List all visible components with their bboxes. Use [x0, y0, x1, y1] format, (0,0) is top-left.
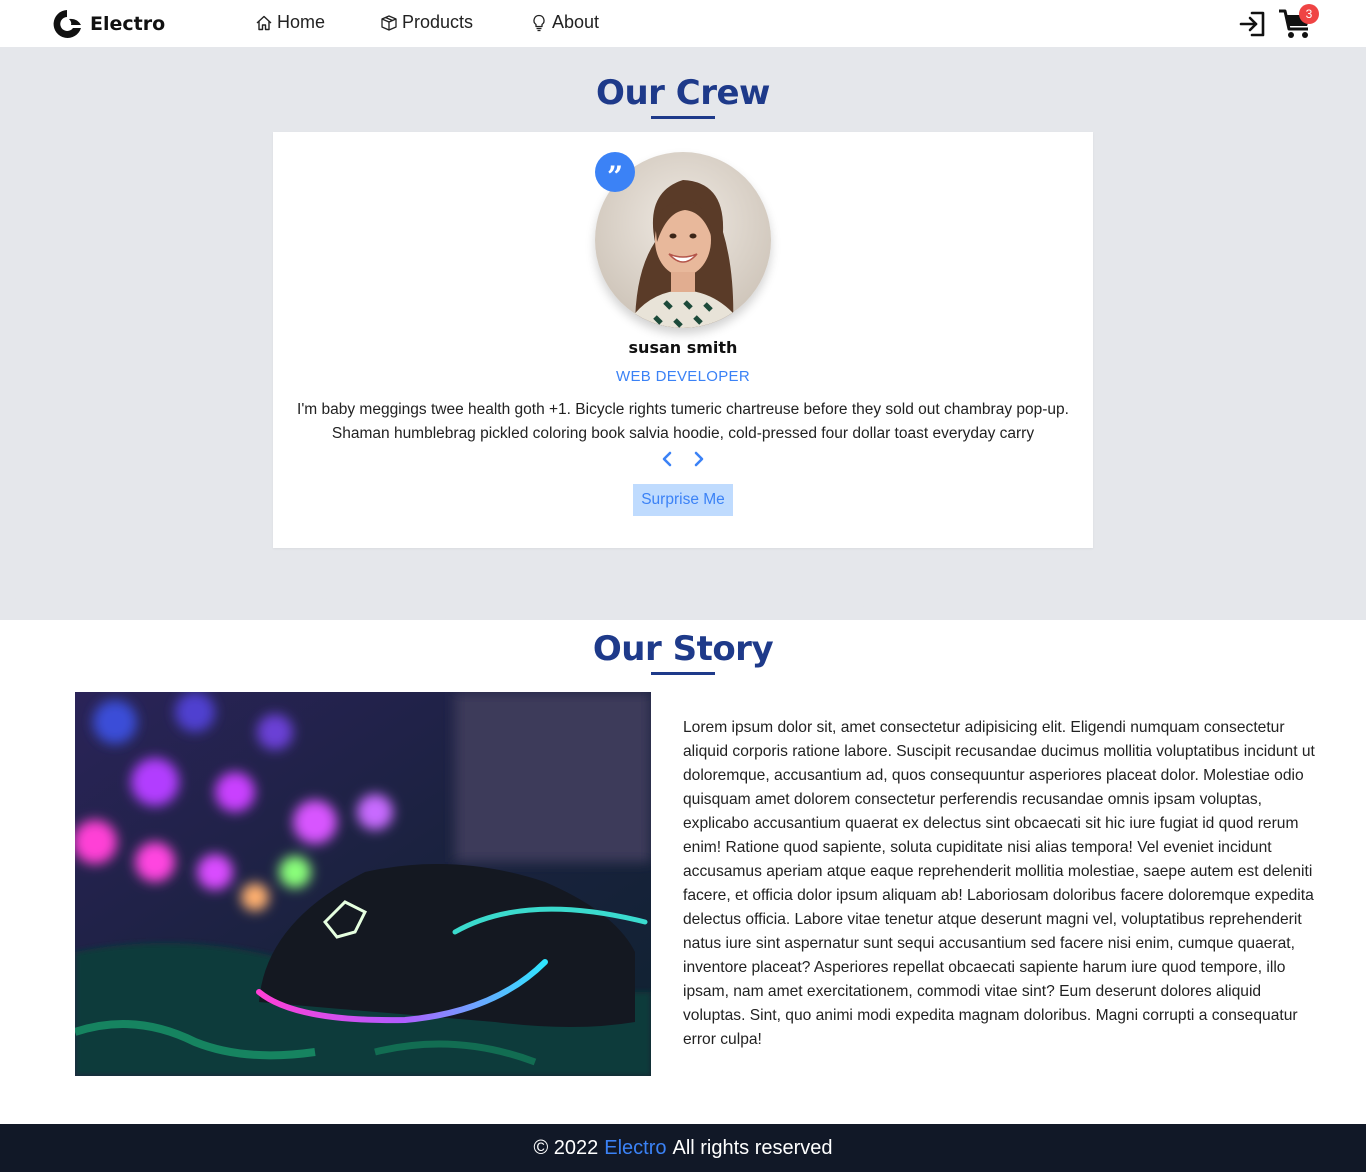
person-name: susan smith	[628, 338, 738, 357]
nav-link-products[interactable]: Products	[380, 12, 473, 33]
box-icon	[381, 14, 397, 31]
chevron-right-icon	[694, 451, 704, 467]
review-card: ” susan smith web developer I'm baby meg…	[273, 132, 1093, 548]
person-review-text: I'm baby meggings twee health goth +1. B…	[297, 401, 1069, 442]
footer-copyright: © 2022	[533, 1136, 599, 1159]
footer: © 2022 Electro All rights reserved	[0, 1124, 1366, 1172]
brand-link[interactable]: Electro	[50, 8, 165, 40]
gaming-mouse-image	[75, 692, 651, 1076]
cart-count-badge: 3	[1299, 4, 1319, 24]
footer-rights: All rights reserved	[672, 1136, 833, 1159]
home-icon	[256, 15, 272, 30]
nav-link-label: Products	[402, 12, 474, 32]
nav-link-label: About	[552, 12, 600, 32]
nav-link-about[interactable]: About	[530, 12, 599, 33]
crew-title: Our Crew	[596, 73, 770, 113]
quote-icon: ”	[595, 152, 635, 192]
electro-logo-icon	[53, 10, 81, 38]
zigzag-divider	[0, 596, 1366, 620]
surprise-me-button[interactable]: Surprise Me	[633, 484, 733, 516]
next-button[interactable]	[689, 449, 709, 469]
nav-link-home[interactable]: Home	[255, 12, 325, 33]
chevron-left-icon	[662, 451, 672, 467]
nav-link-label: Home	[277, 12, 326, 32]
login-icon[interactable]	[1238, 9, 1268, 39]
story-text: Lorem ipsum dolor sit, amet consectetur …	[683, 719, 1315, 1048]
person-job: web developer	[616, 368, 750, 385]
story-title-underline	[651, 672, 715, 675]
footer-brand: Electro	[604, 1136, 667, 1159]
lightbulb-icon	[533, 14, 545, 31]
crew-title-underline	[651, 116, 715, 119]
brand-name: Electro	[90, 13, 166, 35]
prev-button[interactable]	[657, 449, 677, 469]
navbar: Electro Home Products About 3	[0, 0, 1366, 47]
story-title: Our Story	[592, 629, 774, 669]
